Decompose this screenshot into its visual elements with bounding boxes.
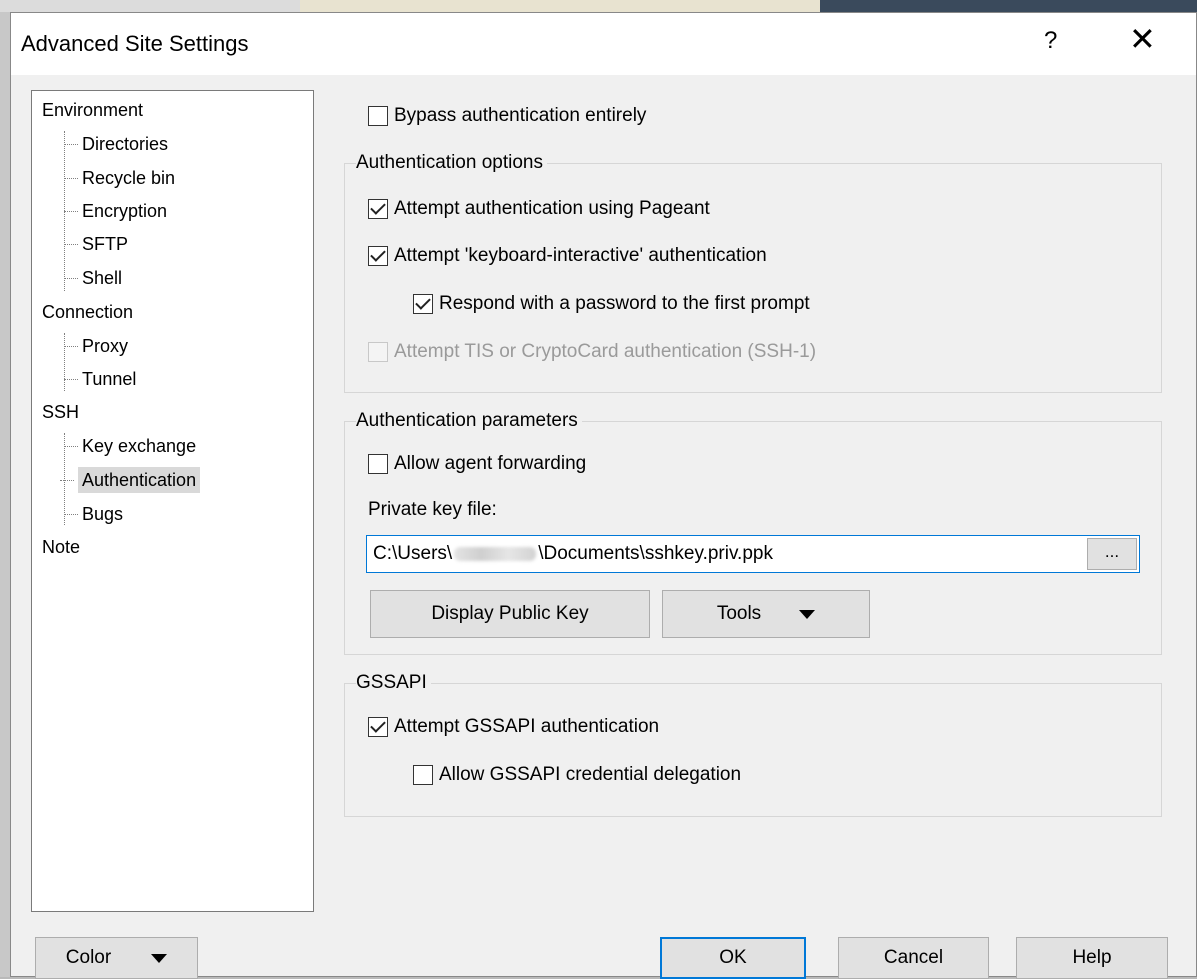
help-button[interactable]: Help bbox=[1016, 937, 1168, 979]
authentication-page: Bypass authentication entirely Authentic… bbox=[11, 13, 1196, 976]
ok-label: OK bbox=[719, 947, 747, 968]
gssapi-delegation-checkbox[interactable] bbox=[413, 765, 433, 785]
pageant-checkbox[interactable] bbox=[368, 199, 388, 219]
color-chevron-down-icon bbox=[151, 953, 168, 963]
display-public-key-button[interactable]: Display Public Key bbox=[370, 590, 650, 638]
ok-button[interactable]: OK bbox=[660, 937, 806, 979]
bypass-auth-row[interactable]: Bypass authentication entirely bbox=[368, 105, 646, 127]
tis-label: Attempt TIS or CryptoCard authentication… bbox=[394, 341, 817, 362]
color-dropdown-button[interactable]: Color bbox=[35, 937, 198, 979]
background-window-strip-left bbox=[0, 0, 300, 12]
gssapi-group-label: GSSAPI bbox=[356, 672, 431, 694]
tools-dropdown-button[interactable]: Tools bbox=[662, 590, 870, 638]
cancel-label: Cancel bbox=[883, 947, 944, 968]
auth-options-group-label: Authentication options bbox=[356, 152, 547, 174]
private-key-path-suffix: \Documents\sshkey.priv.ppk bbox=[538, 543, 773, 564]
background-window-left-edge bbox=[0, 12, 10, 977]
advanced-site-settings-dialog: Advanced Site Settings ? ✕ Environment D… bbox=[10, 12, 1197, 979]
agent-forwarding-checkbox[interactable] bbox=[368, 454, 388, 474]
tools-label: Tools bbox=[716, 603, 762, 624]
keyboard-interactive-checkbox[interactable] bbox=[368, 246, 388, 266]
respond-password-label: Respond with a password to the first pro… bbox=[439, 293, 810, 314]
cancel-button[interactable]: Cancel bbox=[838, 937, 989, 979]
agent-forwarding-label: Allow agent forwarding bbox=[394, 453, 587, 474]
gssapi-attempt-label: Attempt GSSAPI authentication bbox=[394, 716, 660, 737]
background-window-strip bbox=[0, 0, 1197, 12]
pageant-label: Attempt authentication using Pageant bbox=[394, 198, 710, 219]
keyboard-interactive-row[interactable]: Attempt 'keyboard-interactive' authentic… bbox=[368, 245, 767, 267]
pageant-row[interactable]: Attempt authentication using Pageant bbox=[368, 198, 710, 220]
respond-password-checkbox[interactable] bbox=[413, 294, 433, 314]
respond-password-row[interactable]: Respond with a password to the first pro… bbox=[413, 293, 810, 315]
bypass-auth-checkbox[interactable] bbox=[368, 106, 388, 126]
gssapi-group bbox=[344, 683, 1162, 817]
tools-chevron-down-icon bbox=[799, 609, 816, 619]
gssapi-attempt-row[interactable]: Attempt GSSAPI authentication bbox=[368, 716, 659, 738]
keyboard-interactive-label: Attempt 'keyboard-interactive' authentic… bbox=[394, 245, 767, 266]
private-key-input[interactable]: C:\Users\ \Documents\sshkey.priv.ppk bbox=[366, 535, 1140, 573]
display-public-key-label: Display Public Key bbox=[431, 603, 589, 624]
private-key-path-prefix: C:\Users\ bbox=[373, 543, 453, 564]
redacted-username bbox=[454, 546, 537, 561]
color-label: Color bbox=[65, 947, 112, 968]
help-label: Help bbox=[1072, 947, 1112, 968]
bypass-auth-label: Bypass authentication entirely bbox=[394, 105, 647, 126]
tis-row: Attempt TIS or CryptoCard authentication… bbox=[368, 341, 816, 363]
private-key-label: Private key file: bbox=[368, 499, 497, 520]
agent-forwarding-row[interactable]: Allow agent forwarding bbox=[368, 453, 586, 475]
gssapi-attempt-checkbox[interactable] bbox=[368, 717, 388, 737]
background-window-strip-middle bbox=[300, 0, 820, 12]
gssapi-delegation-row[interactable]: Allow GSSAPI credential delegation bbox=[413, 764, 741, 786]
gssapi-delegation-label: Allow GSSAPI credential delegation bbox=[439, 764, 742, 785]
auth-params-group-label: Authentication parameters bbox=[356, 410, 582, 432]
tis-checkbox bbox=[368, 342, 388, 362]
browse-key-button[interactable]: ... bbox=[1087, 538, 1137, 570]
